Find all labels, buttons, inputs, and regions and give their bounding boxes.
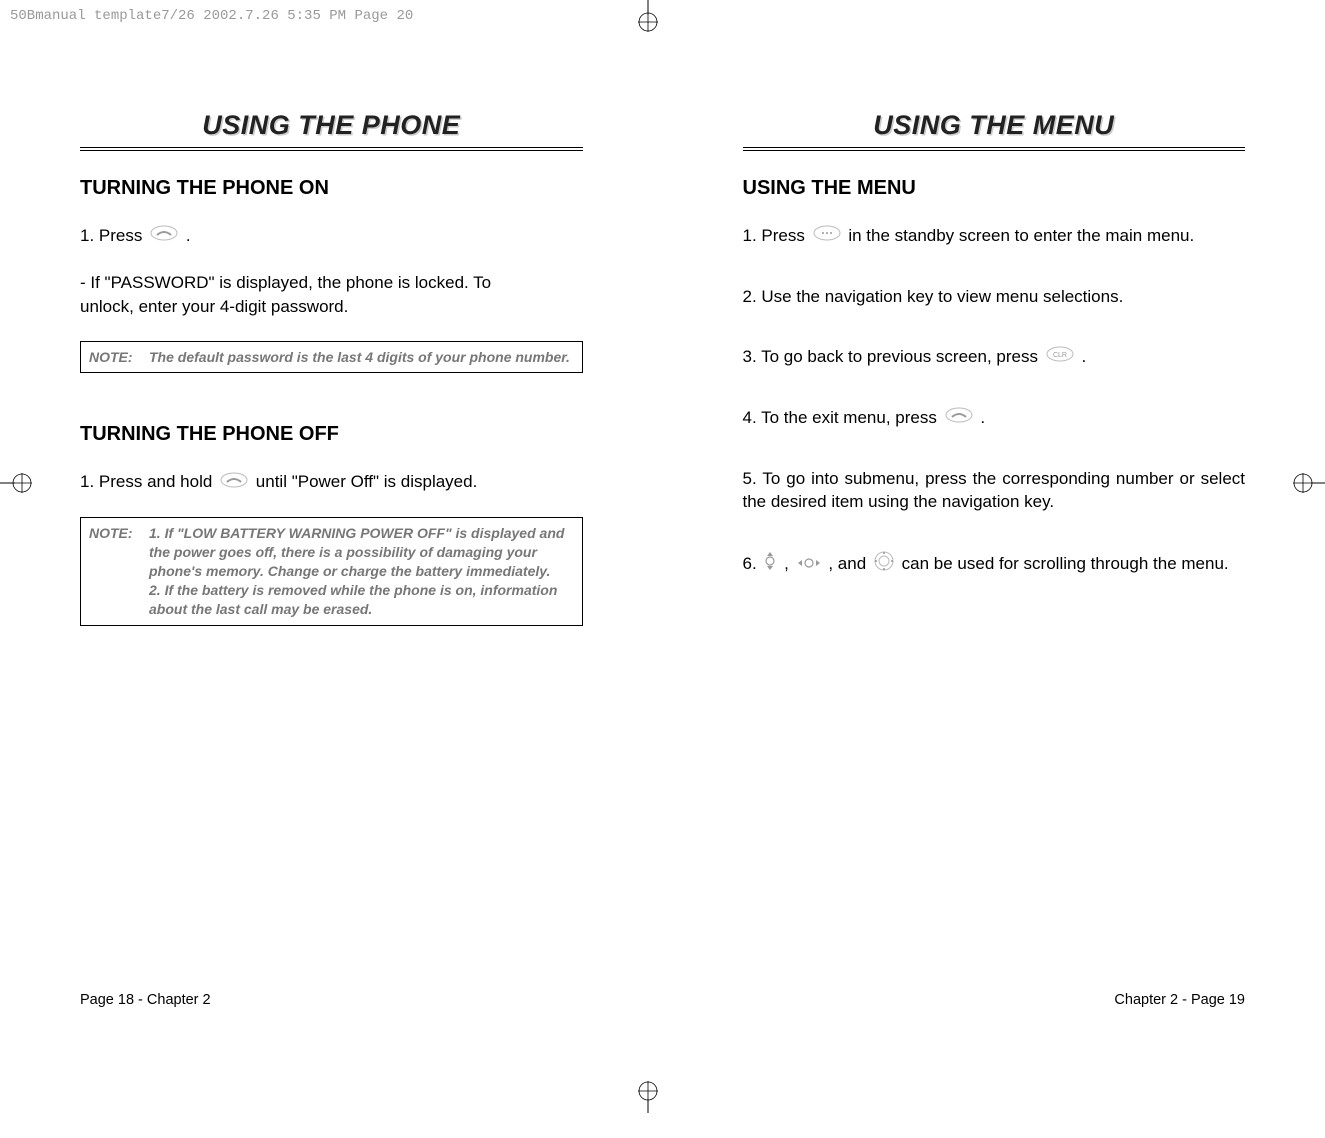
step-text: 2. Use the navigation key to view menu s… xyxy=(743,285,1246,309)
subheading-turn-off: TURNING THE PHONE OFF xyxy=(80,423,583,446)
text-fragment: , and xyxy=(828,554,866,573)
text-fragment: , xyxy=(784,554,789,573)
menu-key-icon xyxy=(812,224,842,249)
page-title-right: USING THE MENU xyxy=(743,110,1246,141)
note-label: NOTE: xyxy=(89,524,149,618)
body-text: - If "PASSWORD" is displayed, the phone … xyxy=(80,271,583,319)
step-text: 5. To go into submenu, press the corresp… xyxy=(743,467,1246,515)
crop-mark-right-icon xyxy=(1289,465,1325,506)
end-key-icon xyxy=(149,224,179,249)
step-text: 3. To go back to previous screen, press … xyxy=(743,345,1246,370)
text-fragment: in the standby screen to enter the main … xyxy=(848,226,1194,245)
crop-mark-bottom-icon xyxy=(630,1077,666,1118)
text-fragment: 6. xyxy=(743,554,757,573)
text-fragment: . xyxy=(1081,347,1086,366)
note-box: NOTE: 1. If "LOW BATTERY WARNING POWER O… xyxy=(80,517,583,625)
note-box: NOTE: The default password is the last 4… xyxy=(80,341,583,374)
step-text: 6. , , and can be used for scrolling thr… xyxy=(743,550,1246,579)
page-footer-left: Page 18 - Chapter 2 xyxy=(80,992,211,1008)
nav-up-down-icon xyxy=(763,550,777,579)
page-title-left: USING THE PHONE xyxy=(80,110,583,141)
nav-ring-icon xyxy=(873,550,895,579)
end-key-icon xyxy=(219,471,249,496)
text-fragment: 4. To the exit menu, press xyxy=(743,408,937,427)
right-page: USING THE MENU USING THE MENU 1. Press i… xyxy=(663,110,1325,1138)
text-fragment: 1. Press xyxy=(743,226,805,245)
crop-mark-left-icon xyxy=(0,465,36,506)
svg-text:CLR: CLR xyxy=(1053,352,1067,359)
subheading-turn-on: TURNING THE PHONE ON xyxy=(80,177,583,200)
step-text: 1. Press in the standby screen to enter … xyxy=(743,224,1246,249)
left-page: USING THE PHONE TURNING THE PHONE ON 1. … xyxy=(0,110,663,1138)
text-fragment: . xyxy=(980,408,985,427)
nav-left-right-icon xyxy=(796,553,822,577)
step-text: 1. Press and hold until "Power Off" is d… xyxy=(80,470,583,495)
subheading-using-menu: USING THE MENU xyxy=(743,177,1246,200)
text-fragment: 3. To go back to previous screen, press xyxy=(743,347,1038,366)
note-content: The default password is the last 4 digit… xyxy=(149,348,574,367)
step-text: 4. To the exit menu, press . xyxy=(743,406,1246,431)
text-fragment: can be used for scrolling through the me… xyxy=(902,554,1229,573)
note-label: NOTE: xyxy=(89,348,149,367)
text-fragment: 1. Press xyxy=(80,226,142,245)
text-fragment: 1. Press and hold xyxy=(80,472,212,491)
crop-mark-top-icon xyxy=(630,0,666,41)
title-rule xyxy=(743,147,1246,151)
text-fragment: until "Power Off" is displayed. xyxy=(256,472,478,491)
header-file-meta: 50Bmanual template7/26 2002.7.26 5:35 PM… xyxy=(10,8,413,24)
step-text: 1. Press . xyxy=(80,224,583,249)
page-footer-right: Chapter 2 - Page 19 xyxy=(1114,992,1245,1008)
text-fragment: . xyxy=(186,226,191,245)
note-content: 1. If "LOW BATTERY WARNING POWER OFF" is… xyxy=(149,524,574,618)
end-key-icon xyxy=(944,406,974,431)
clear-key-icon: CLR xyxy=(1045,345,1075,370)
title-rule xyxy=(80,147,583,151)
